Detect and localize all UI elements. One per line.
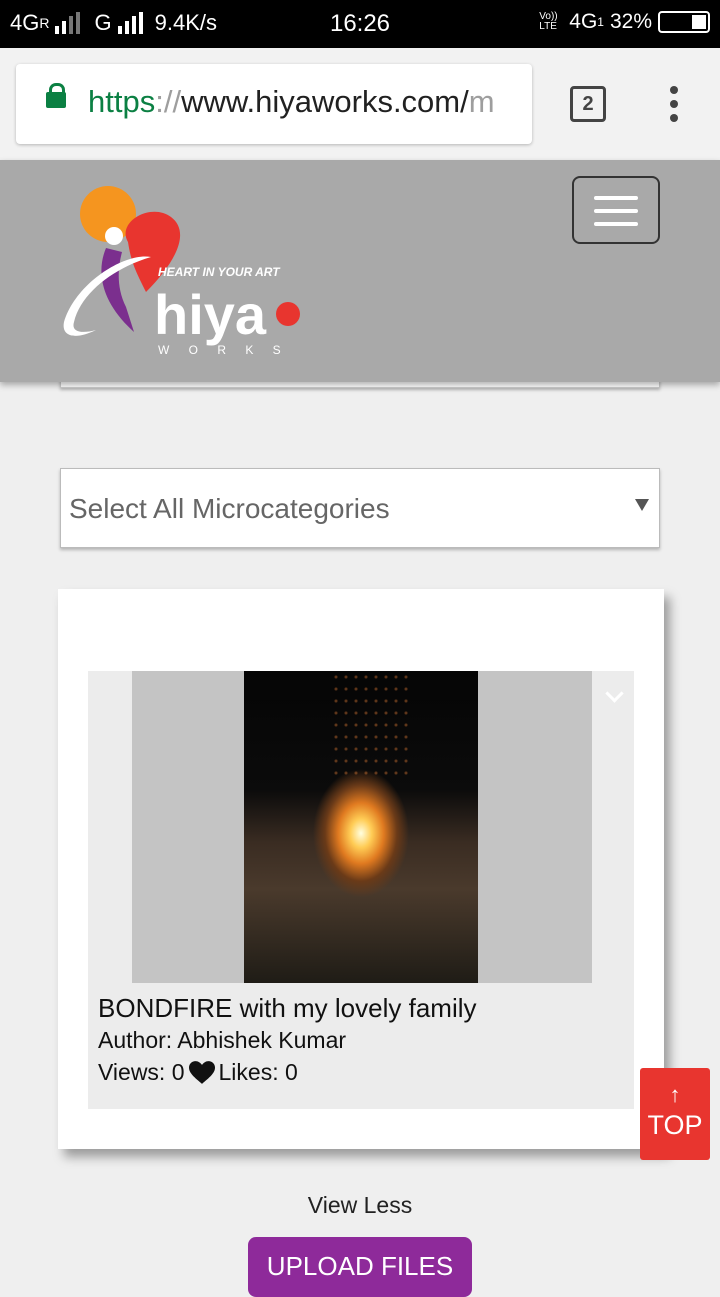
scroll-to-top-button[interactable]: ↑ TOP: [640, 1068, 710, 1160]
post-card-container: BONDFIRE with my lovely family Author: A…: [58, 589, 664, 1149]
microcategory-select[interactable]: Select All Microcategories: [60, 468, 660, 548]
status-bar: 4G R G 9.4K/s 16:26 Vo)) LTE 4G 1 32%: [0, 0, 720, 48]
chevron-down-icon[interactable]: [604, 687, 624, 707]
overflow-menu-icon[interactable]: [668, 86, 680, 126]
heart-icon[interactable]: [188, 1060, 215, 1085]
post-title[interactable]: BONDFIRE with my lovely family: [98, 993, 477, 1024]
upload-files-button[interactable]: UPLOAD FILES: [248, 1237, 472, 1297]
network-label-3: 4G: [569, 10, 598, 33]
volte-icon: Vo)) LTE: [539, 11, 558, 32]
hiya-works-logo[interactable]: HEART IN YOUR ART hiya W O R K S: [56, 182, 316, 362]
post-author: Author: Abhishek Kumar: [98, 1027, 347, 1053]
url-text[interactable]: https://www.hiyaworks.com/m: [88, 84, 495, 120]
dropdown-arrow-icon: [635, 499, 649, 511]
top-label: TOP: [647, 1110, 703, 1140]
battery-icon: [658, 11, 710, 33]
bonfire-photo[interactable]: [244, 671, 478, 983]
lock-icon: [46, 83, 66, 108]
tab-switcher-button[interactable]: 2: [570, 86, 606, 122]
post-stats: Views: 0 Likes: 0: [98, 1059, 298, 1086]
microcategory-select-value: Select All Microcategories: [69, 493, 390, 524]
logo-subtitle: W O R K S: [158, 343, 289, 357]
hamburger-menu-button[interactable]: [572, 176, 660, 244]
sim-indicator: 1: [597, 15, 604, 29]
status-right: Vo)) LTE 4G 1 32%: [539, 10, 710, 34]
post-image-frame[interactable]: [132, 671, 592, 983]
views-count: Views: 0: [98, 1059, 185, 1085]
site-header: HEART IN YOUR ART hiya W O R K S: [0, 160, 720, 382]
address-bar[interactable]: https://www.hiyaworks.com/m: [16, 64, 532, 144]
likes-count: Likes: 0: [218, 1059, 298, 1085]
logo-wordmark: hiya: [154, 283, 267, 346]
post-card[interactable]: BONDFIRE with my lovely family Author: A…: [88, 671, 634, 1109]
view-less-link[interactable]: View Less: [0, 1192, 720, 1219]
browser-toolbar: https://www.hiyaworks.com/m 2: [0, 48, 720, 160]
arrow-up-icon: ↑: [669, 1082, 681, 1107]
battery-percent: 32%: [609, 10, 652, 33]
logo-tagline: HEART IN YOUR ART: [158, 265, 281, 279]
